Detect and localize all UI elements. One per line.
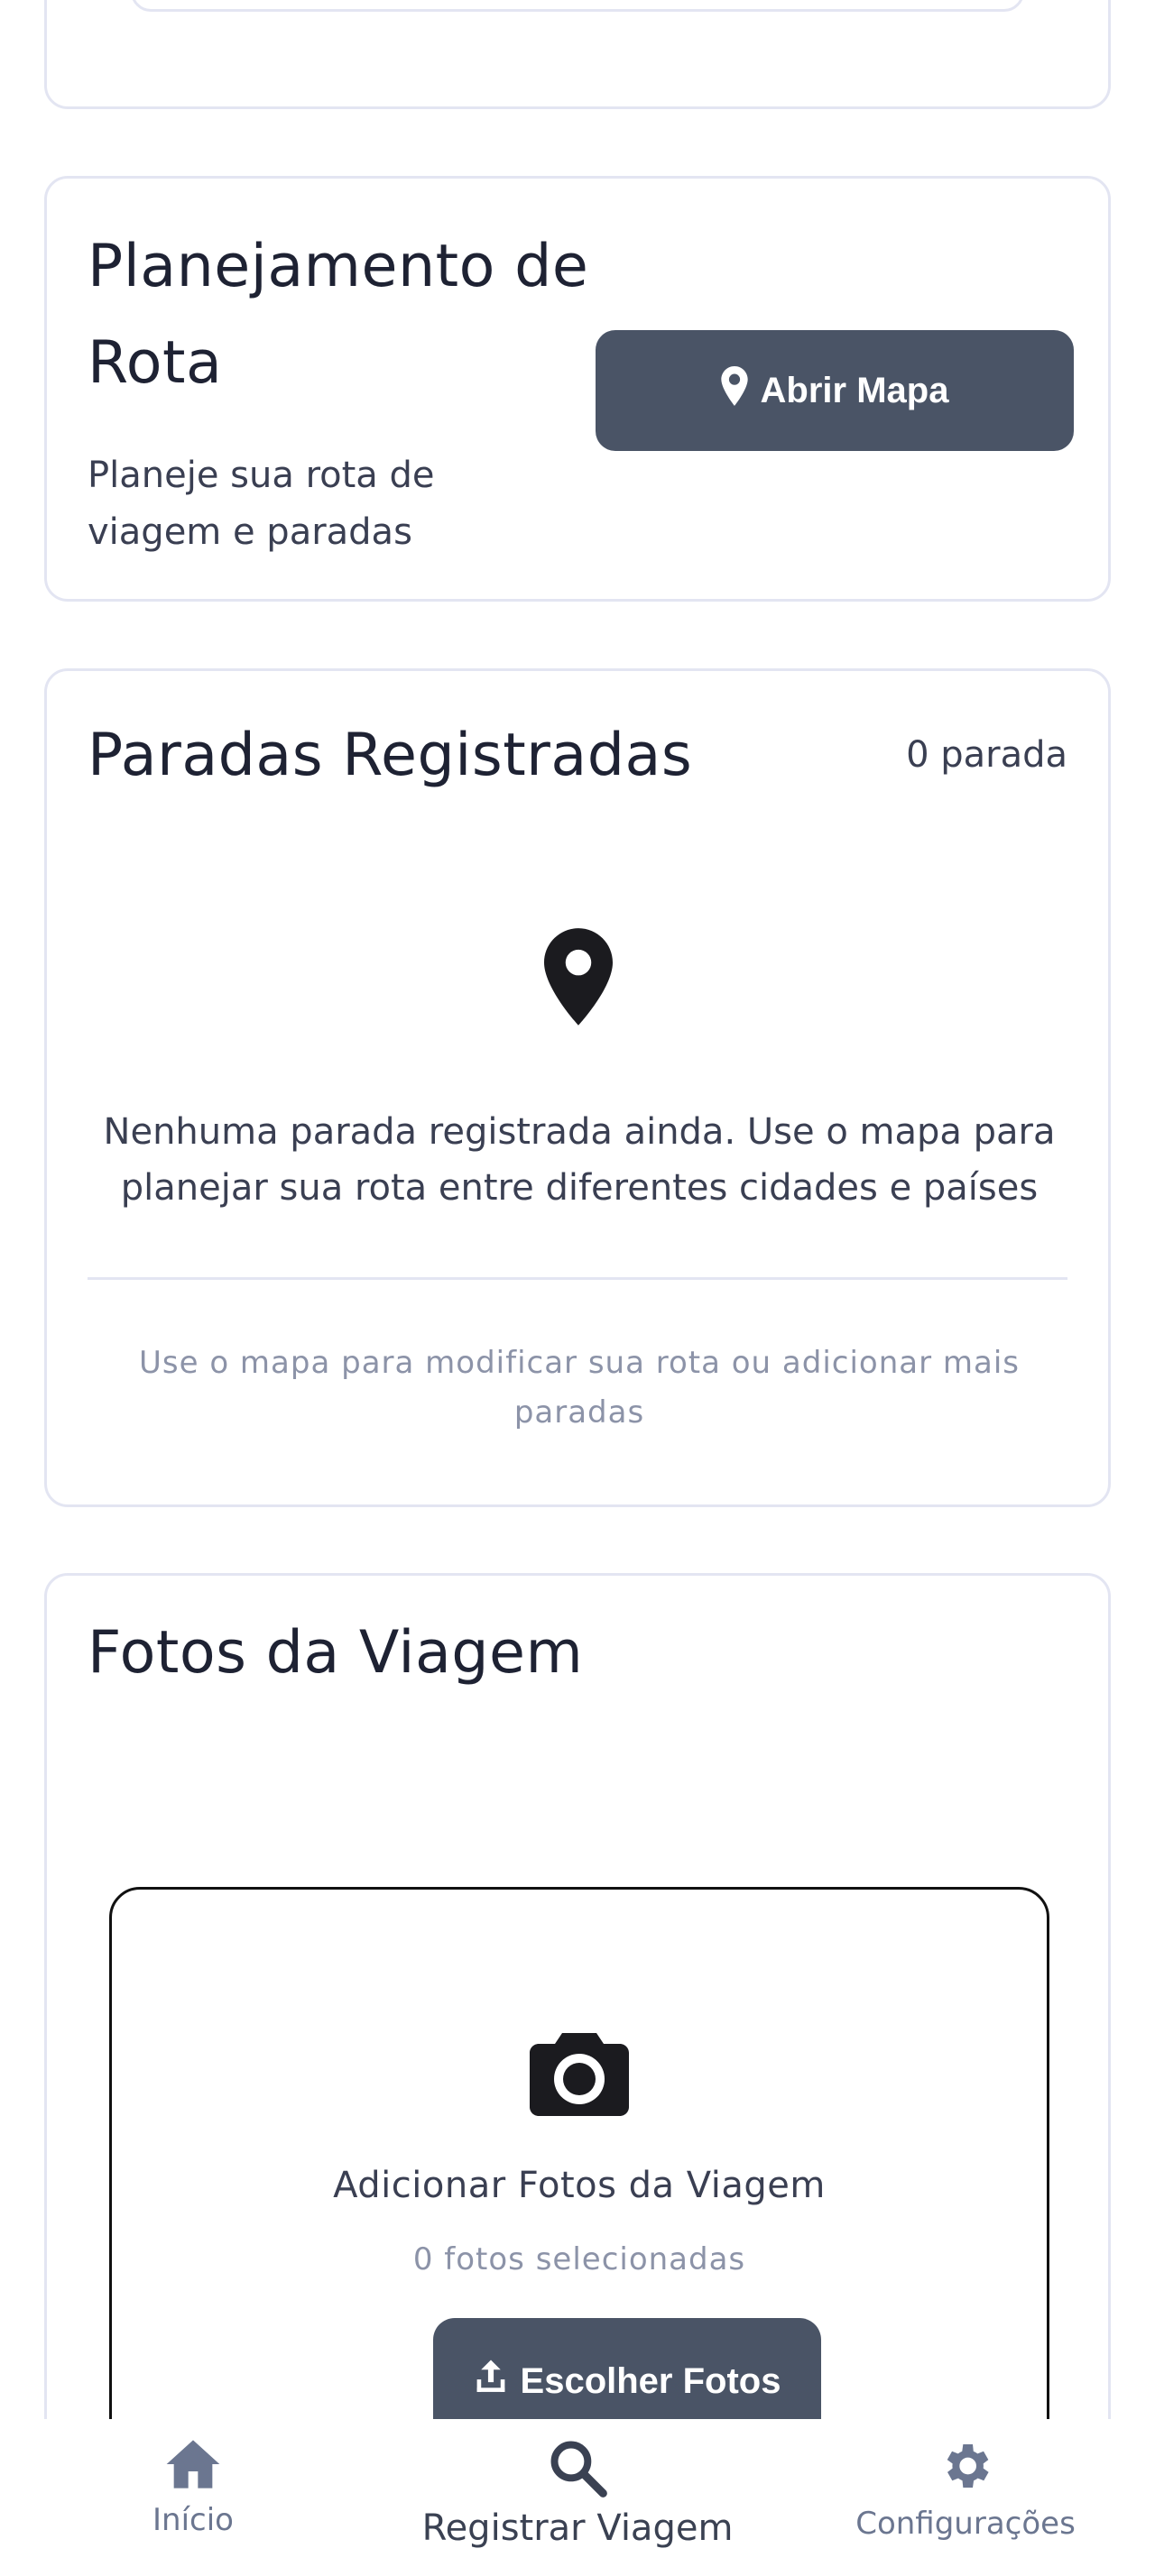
- nav-item-home[interactable]: Início: [87, 2419, 300, 2576]
- route-planning-title: Planejamento de Rota: [88, 233, 589, 397]
- stops-hint-text: Use o mapa para modificar sua rota ou ad…: [139, 1345, 1020, 1431]
- stops-count-badge: 0 parada: [906, 734, 1067, 776]
- map-marker-icon: [544, 928, 613, 1026]
- route-planning-description: Planeje sua rota de viagem e paradas: [88, 455, 435, 553]
- trip-photos-title: Fotos da Viagem: [88, 1619, 584, 1687]
- nav-register-label: Registrar Viagem: [421, 2507, 734, 2549]
- bottom-navigation: Início Registrar Viagem Configurações: [0, 2419, 1155, 2576]
- open-map-button[interactable]: Abrir Mapa: [596, 330, 1074, 451]
- previous-section-card: [44, 0, 1111, 109]
- nav-item-settings[interactable]: Configurações: [830, 2419, 1101, 2576]
- nav-home-label: Início: [152, 2502, 234, 2538]
- previous-section-field[interactable]: [131, 0, 1024, 12]
- open-map-label: Abrir Mapa: [760, 370, 949, 410]
- search-icon: [546, 2419, 609, 2502]
- registered-stops-card: Paradas Registradas 0 parada Nenhuma par…: [44, 668, 1111, 1507]
- stops-empty-message: Nenhuma parada registrada ainda. Use o m…: [103, 1111, 1056, 1209]
- divider: [88, 1277, 1067, 1280]
- registered-stops-title: Paradas Registradas: [88, 722, 693, 789]
- home-icon: [164, 2419, 222, 2495]
- camera-icon: [530, 2029, 629, 2116]
- map-marker-icon: [720, 366, 748, 415]
- upload-label: Adicionar Fotos da Viagem: [333, 2165, 826, 2206]
- nav-settings-label: Configurações: [855, 2506, 1076, 2542]
- nav-item-register-trip[interactable]: Registrar Viagem: [379, 2419, 776, 2576]
- selected-photos-count: 0 fotos selecionadas: [412, 2241, 746, 2277]
- route-planning-card: Planejamento de Rota Planeje sua rota de…: [44, 176, 1111, 602]
- gear-icon: [937, 2419, 994, 2498]
- upload-icon: [474, 2359, 508, 2404]
- choose-photos-label: Escolher Fotos: [520, 2360, 781, 2401]
